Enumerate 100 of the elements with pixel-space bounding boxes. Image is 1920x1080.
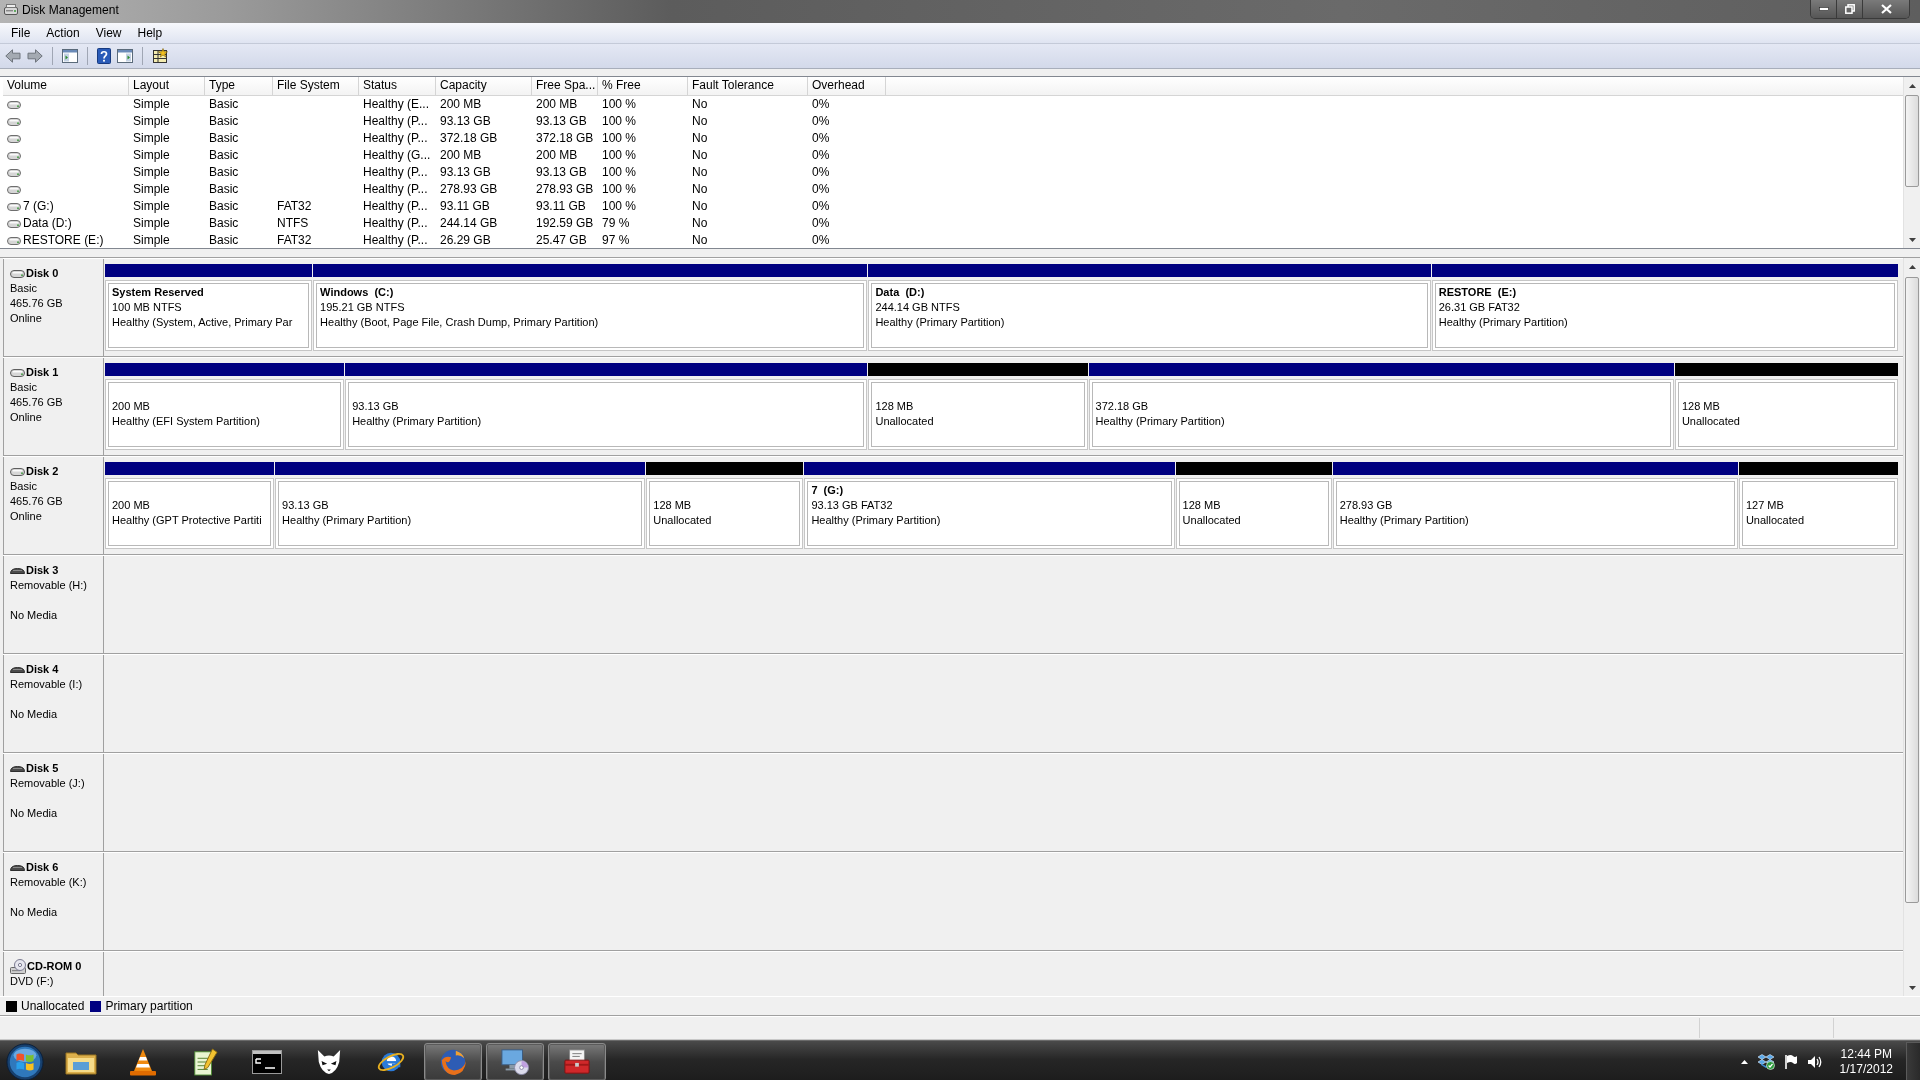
forward-arrow-icon[interactable]: [27, 49, 43, 63]
table-cell: No: [692, 164, 708, 181]
legend-label: Unallocated: [21, 998, 85, 1014]
table-cell: Basic: [209, 164, 239, 181]
clock-time: 12:44 PM: [1840, 1046, 1892, 1062]
table-cell: 26.29 GB: [440, 232, 491, 248]
up-arrow-icon[interactable]: [1908, 264, 1916, 269]
column-header[interactable]: Fault Tolerance: [688, 77, 808, 95]
column-header[interactable]: Overhead: [808, 77, 886, 95]
table-cell: 244.14 GB: [440, 215, 498, 232]
table-cell: 100 %: [602, 164, 637, 181]
scrollbar[interactable]: [1903, 258, 1920, 996]
panel-icon[interactable]: [117, 49, 133, 63]
restore-button[interactable]: [1837, 0, 1863, 18]
legend-label: Primary partition: [105, 998, 193, 1014]
table-cell: 100 %: [602, 96, 637, 113]
close-button[interactable]: [1863, 0, 1909, 18]
partition-block[interactable]: Windows (C:) 195.21 GB NTFS Healthy (Boot, Page File, Crash Dump, Primary Partition): [313, 280, 868, 351]
table-cell: 0%: [812, 181, 830, 198]
table-cell: 100 %: [602, 113, 637, 130]
up-arrow-icon[interactable]: [1908, 83, 1916, 88]
panel-icon[interactable]: [62, 49, 78, 63]
drive-icon: [7, 236, 21, 245]
table-cell: No: [692, 113, 708, 130]
removable-drive-icon: [10, 666, 25, 673]
partition-status: Unallocated: [1681, 415, 1740, 427]
column-header[interactable]: Type: [205, 77, 273, 95]
scrollbar-thumb[interactable]: [1905, 95, 1919, 187]
partition-block[interactable]: 128 MB Unallocated: [1175, 478, 1332, 549]
partition-block[interactable]: 200 MB Healthy (EFI System Partition): [105, 379, 345, 450]
partition-name: 7 (G:): [811, 484, 844, 496]
column-header[interactable]: Capacity: [436, 77, 532, 95]
partition-size: 93.13 GB FAT32: [811, 499, 893, 511]
down-arrow-icon[interactable]: [1908, 985, 1916, 990]
partition-block[interactable]: System Reserved 100 MB NTFS Healthy (System, Active, Primary Par: [105, 280, 313, 351]
partition-size: 128 MB: [875, 400, 914, 412]
partition-size: 244.14 GB NTFS: [875, 301, 960, 313]
up-caret-icon[interactable]: [1740, 1059, 1748, 1064]
partition-block[interactable]: RESTORE (E:) 26.31 GB FAT32 Healthy (Primary Partition): [1431, 280, 1898, 351]
table-cell: 93.13 GB: [536, 164, 587, 181]
partition-status: Healthy (Boot, Page File, Crash Dump, Primary Partition): [320, 316, 599, 328]
down-arrow-icon[interactable]: [1908, 237, 1916, 242]
partition-size: 128 MB: [1681, 400, 1720, 412]
scrollbar[interactable]: [1903, 77, 1920, 248]
partition-size: 127 MB: [1745, 499, 1784, 511]
partition-block[interactable]: Data (D:) 244.14 GB NTFS Healthy (Primary Partition): [868, 280, 1431, 351]
back-arrow-icon[interactable]: [5, 49, 21, 63]
table-cell: No: [692, 147, 708, 164]
taskbar-button[interactable]: [548, 1042, 606, 1080]
partition-size: 26.31 GB FAT32: [1438, 301, 1520, 313]
table-cell: 278.93 GB: [536, 181, 594, 198]
partition-name: System Reserved: [112, 286, 204, 298]
column-header[interactable]: Status: [359, 77, 436, 95]
menu-item[interactable]: Help: [129, 24, 171, 42]
disk-status: No Media: [10, 807, 58, 819]
table-cell: Simple: [133, 164, 170, 181]
disk-type: Basic: [10, 282, 37, 294]
speaker-icon[interactable]: [1806, 1054, 1823, 1069]
partition-block[interactable]: 372.18 GB Healthy (Primary Partition): [1088, 379, 1674, 450]
table-cell: Healthy (P...: [363, 232, 428, 248]
partition-block[interactable]: 7 (G:) 93.13 GB FAT32 Healthy (Primary Partition): [804, 478, 1175, 549]
partition-status: Healthy (Primary Partition): [811, 514, 941, 526]
partition-block[interactable]: 128 MB Unallocated: [868, 379, 1088, 450]
help-icon[interactable]: [97, 48, 111, 64]
partition-block[interactable]: 200 MB Healthy (GPT Protective Partiti: [105, 478, 275, 549]
table-cell: FAT32: [277, 198, 312, 215]
menu-item[interactable]: View: [87, 24, 130, 42]
minimize-button[interactable]: [1811, 0, 1837, 18]
partition-block[interactable]: 128 MB Unallocated: [1674, 379, 1898, 450]
close-icon: [1880, 4, 1892, 14]
partition-status: Healthy (EFI System Partition): [112, 415, 260, 427]
menu-item[interactable]: File: [3, 24, 39, 42]
taskbar-button[interactable]: [486, 1042, 544, 1080]
flag-icon[interactable]: [1783, 1053, 1798, 1070]
partition-status: Healthy (Primary Partition): [875, 316, 1005, 328]
removable-drive-icon: [10, 567, 25, 574]
column-header[interactable]: % Free: [598, 77, 688, 95]
disk-size: 465.76 GB: [10, 396, 63, 408]
start-button[interactable]: [6, 1042, 44, 1080]
partition-block[interactable]: 93.13 GB Healthy (Primary Partition): [275, 478, 646, 549]
table-cell: Basic: [209, 198, 239, 215]
column-header[interactable]: Layout: [129, 77, 205, 95]
column-header[interactable]: Volume: [3, 77, 129, 95]
menu-item[interactable]: Action: [38, 24, 88, 42]
partition-block[interactable]: 93.13 GB Healthy (Primary Partition): [345, 379, 868, 450]
sheet-star-icon[interactable]: [152, 48, 168, 64]
table-cell: 100 %: [602, 198, 637, 215]
partition-block[interactable]: 128 MB Unallocated: [646, 478, 804, 549]
disk-status: No Media: [10, 708, 58, 720]
partition-block[interactable]: 127 MB Unallocated: [1738, 478, 1898, 549]
column-header[interactable]: File System: [273, 77, 359, 95]
table-cell: NTFS: [277, 215, 309, 232]
scrollbar-thumb[interactable]: [1905, 277, 1919, 903]
partition-block[interactable]: 278.93 GB Healthy (Primary Partition): [1332, 478, 1738, 549]
column-header[interactable]: Free Spa...: [532, 77, 598, 95]
drive-icon: [7, 202, 21, 211]
disk-name: Disk 6: [26, 860, 59, 875]
partition-name: Windows (C:): [320, 286, 394, 298]
box-check-icon[interactable]: [1756, 1053, 1775, 1070]
table-cell: 93.11 GB: [536, 198, 586, 215]
